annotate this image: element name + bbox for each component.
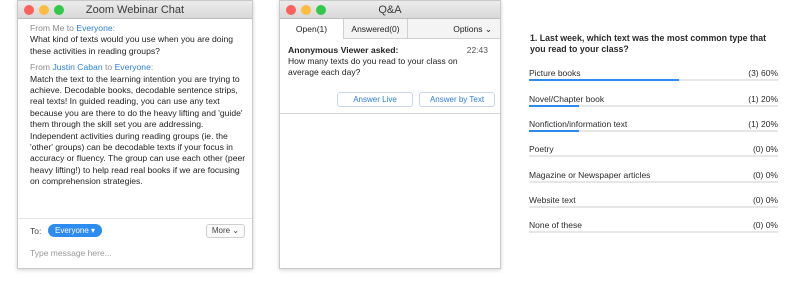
result-bar-track: [529, 155, 778, 157]
option-label: Picture books: [529, 68, 581, 78]
tab-answered[interactable]: Answered(0): [344, 19, 408, 39]
option-result: (0) 0%: [752, 220, 778, 230]
message-text: What kind of texts would you use when yo…: [30, 34, 234, 56]
poll-option: Picture books (3) 60%: [528, 68, 778, 86]
poll-option: Magazine or Newspaper articles (0) 0%: [528, 170, 778, 188]
to-word: to: [102, 62, 115, 73]
chat-composer: To: Everyone ▾ More ⌄: [18, 218, 252, 268]
option-label: Poetry: [529, 144, 554, 154]
result-bar-track: [529, 105, 778, 107]
option-result: (1) 20%: [748, 119, 778, 129]
result-bar-fill: [529, 105, 579, 107]
to-label: To:: [30, 226, 42, 236]
tab-open[interactable]: Open(1): [280, 19, 344, 39]
answer-by-text-button[interactable]: Answer by Text: [419, 92, 495, 107]
result-bar-track: [529, 181, 778, 183]
poll-question: 1. Last week, which text was the most co…: [530, 33, 767, 54]
sender-name: Justin Caban: [52, 62, 103, 73]
result-bar-track: [529, 79, 778, 81]
qa-titlebar: Q&A: [280, 1, 500, 19]
message-input[interactable]: [30, 246, 242, 260]
sender-name: Me: [52, 23, 65, 33]
qa-window-title: Q&A: [378, 4, 402, 16]
message-header: From Justin Caban to Everyone:: [30, 62, 246, 73]
result-bar-track: [529, 206, 778, 208]
qa-window: Q&A Open(1) Answered(0) Options ⌄ Anonym…: [279, 0, 501, 269]
recipient-dropdown[interactable]: Everyone ▾: [48, 224, 103, 237]
qa-tabs: Open(1) Answered(0) Options ⌄: [280, 19, 500, 39]
option-label: Magazine or Newspaper articles: [529, 170, 651, 180]
recipient-name: Everyone: [76, 23, 113, 33]
more-button[interactable]: More ⌄: [205, 224, 245, 238]
option-result: (0) 0%: [752, 195, 778, 205]
from-prefix: From: [30, 62, 53, 73]
chat-message: From Justin Caban to Everyone: Match the…: [30, 62, 246, 187]
poll-option: None of these (0) 0%: [528, 220, 778, 238]
result-bar-track: [529, 231, 778, 233]
option-result: (3) 60%: [748, 68, 778, 78]
to-word: to: [64, 23, 77, 33]
question-card: Anonymous Viewer asked: 22:43 How many t…: [280, 39, 500, 114]
option-label: Nonfiction/information text: [529, 119, 628, 129]
message-header: From Me to Everyone:: [30, 23, 246, 34]
poll-option: Novel/Chapter book (1) 20%: [528, 94, 778, 112]
option-result: (0) 0%: [752, 170, 778, 180]
option-result: (1) 20%: [748, 94, 778, 104]
option-label: Website text: [529, 195, 576, 205]
option-label: None of these: [529, 220, 582, 230]
recipient-name: Everyone: [114, 62, 151, 73]
poll-option: Website text (0) 0%: [528, 195, 778, 213]
from-prefix: From: [30, 23, 53, 33]
result-bar-track: [529, 130, 778, 132]
question-text: How many texts do you read to your class…: [288, 56, 458, 77]
option-label: Novel/Chapter book: [529, 94, 605, 104]
question-time: 22:43: [466, 45, 488, 55]
result-bar-fill: [529, 79, 679, 81]
header-colon: :: [112, 23, 116, 33]
message-text: Match the text to the learning intention…: [30, 73, 246, 187]
options-menu[interactable]: Options ⌄: [442, 19, 492, 39]
answer-live-button[interactable]: Answer Live: [337, 92, 413, 107]
question-asker: Anonymous Viewer asked:: [288, 45, 399, 55]
chat-message: From Me to Everyone: What kind of texts …: [30, 23, 246, 57]
chat-titlebar: Zoom Webinar Chat: [18, 1, 252, 19]
poll-option: Nonfiction/information text (1) 20%: [528, 119, 778, 137]
chat-messages: From Me to Everyone: What kind of texts …: [30, 23, 246, 193]
chat-window-title: Zoom Webinar Chat: [85, 4, 185, 16]
option-result: (0) 0%: [752, 144, 778, 154]
header-colon: :: [150, 62, 154, 73]
chat-window: Zoom Webinar Chat From Me to Everyone: W…: [17, 0, 253, 269]
result-bar-fill: [529, 130, 579, 132]
poll-option: Poetry (0) 0%: [528, 144, 778, 162]
poll-results: 1. Last week, which text was the most co…: [528, 0, 780, 270]
